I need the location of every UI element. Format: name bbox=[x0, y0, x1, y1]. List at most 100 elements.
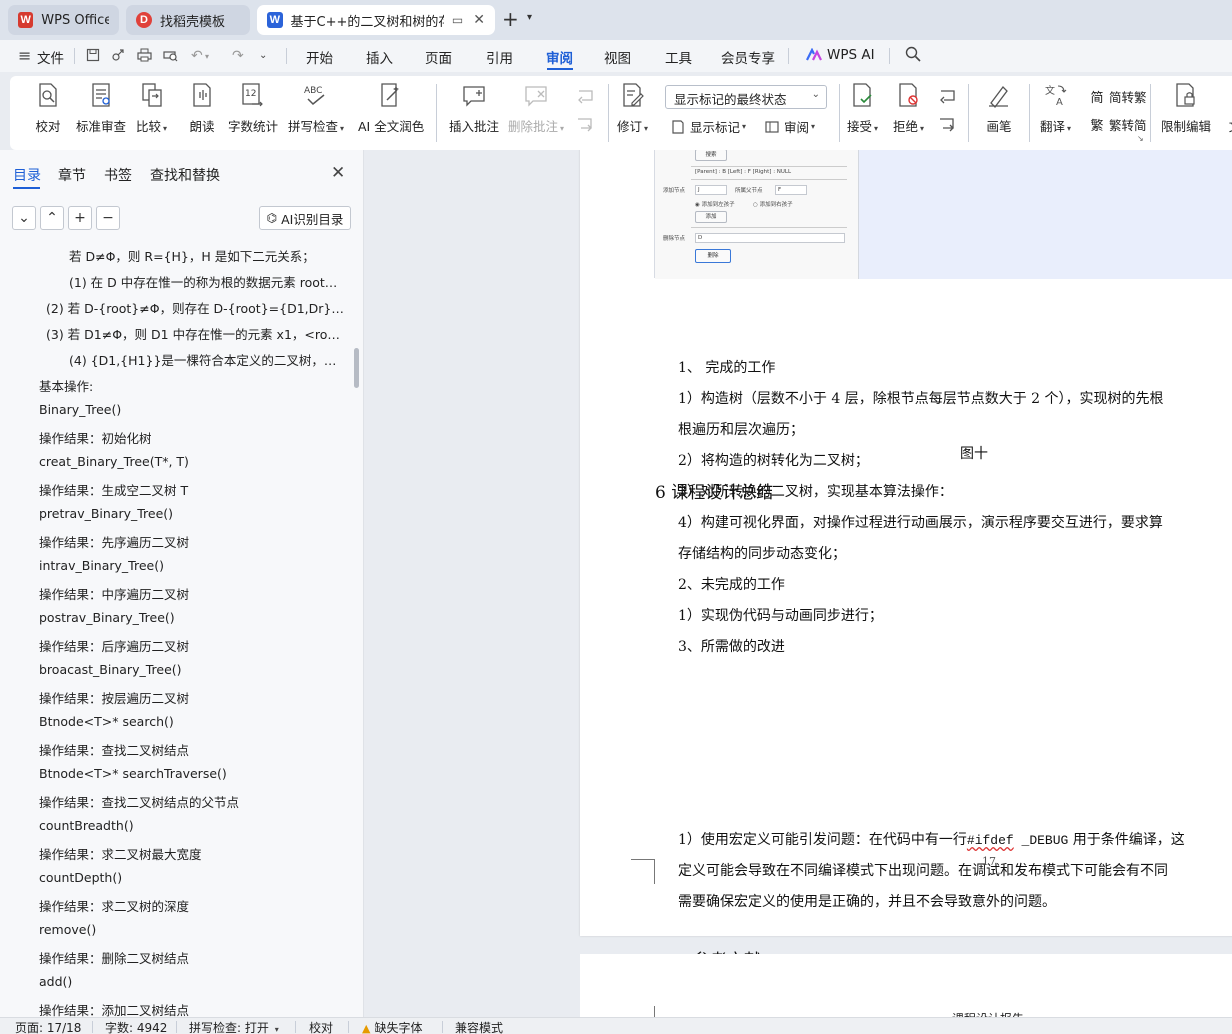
toc-item[interactable]: 若 D≠Φ，则 R={H}，H 是如下二元关系； bbox=[69, 246, 344, 265]
ink-button[interactable]: 画笔 bbox=[984, 80, 1014, 135]
ai-recognize-toc-button[interactable]: ⌬ AI识别目录 bbox=[259, 206, 351, 230]
tab-wps-office[interactable]: W WPS Office bbox=[8, 5, 119, 35]
menu-file[interactable]: 文件 bbox=[37, 47, 64, 67]
new-tab-icon[interactable]: + bbox=[502, 9, 519, 29]
toc-item[interactable]: 操作结果：初始化树 bbox=[39, 428, 344, 447]
proofread-button[interactable]: 校对 bbox=[33, 80, 63, 135]
collapse-all-button[interactable]: ⌄ bbox=[12, 206, 36, 230]
toc-item[interactable]: 操作结果：先序遍历二叉树 bbox=[39, 532, 344, 551]
tab-docer-templates[interactable]: D 找稻壳模板 bbox=[126, 5, 250, 35]
to-traditional-button[interactable]: 简 简转繁 bbox=[1089, 87, 1146, 106]
tab-current-document[interactable]: W 基于C++的二叉树和树的存储 ▭ ✕ bbox=[257, 5, 495, 35]
export-icon[interactable] bbox=[111, 48, 125, 66]
toc-item[interactable]: pretrav_Binary_Tree() bbox=[39, 506, 344, 521]
restrict-edit-button[interactable]: 限制编辑 bbox=[1161, 80, 1211, 135]
remove-heading-button[interactable]: − bbox=[96, 206, 120, 230]
standard-review-button[interactable]: 标准审查 bbox=[76, 80, 126, 135]
toc-item[interactable]: 操作结果：生成空二叉树 T bbox=[39, 480, 344, 499]
toc-item[interactable]: countDepth() bbox=[39, 870, 344, 885]
toc-item[interactable]: 基本操作: bbox=[39, 376, 344, 395]
toc-item[interactable]: broacast_Binary_Tree() bbox=[39, 662, 344, 677]
prev-change-icon[interactable] bbox=[938, 88, 956, 104]
add-heading-button[interactable]: + bbox=[68, 206, 92, 230]
toc-item[interactable]: (2) 若 D-{root}≠Φ，则存在 D-{root}={D1,Dr}，且 … bbox=[46, 298, 344, 317]
toc-item[interactable]: 操作结果：中序遍历二叉树 bbox=[39, 584, 344, 603]
toc-item[interactable]: postrav_Binary_Tree() bbox=[39, 610, 344, 625]
print-preview-icon[interactable] bbox=[163, 48, 178, 66]
ai-polish-button[interactable]: AI 全文润色 bbox=[358, 80, 424, 135]
undo-icon[interactable]: ↶ bbox=[191, 48, 203, 64]
more-chevron-icon[interactable]: ⌄ bbox=[259, 50, 267, 61]
hamburger-icon[interactable]: ≡ bbox=[18, 46, 31, 65]
toc-item[interactable]: 操作结果：求二叉树最大宽度 bbox=[39, 844, 344, 863]
delete-comment-button[interactable]: 删除批注 ▾ bbox=[508, 80, 564, 135]
insert-comment-button[interactable]: 插入批注 bbox=[449, 80, 499, 135]
proofread-status[interactable]: 校对 bbox=[309, 1019, 333, 1034]
tab-chapters[interactable]: 章节 bbox=[58, 165, 86, 185]
search-icon[interactable] bbox=[905, 46, 921, 66]
next-change-icon[interactable] bbox=[938, 116, 956, 132]
toc-item[interactable]: intrav_Binary_Tree() bbox=[39, 558, 344, 573]
toc-item[interactable]: 操作结果：后序遍历二叉树 bbox=[39, 636, 344, 655]
show-markup-button[interactable]: 显示标记 ▾ bbox=[670, 117, 746, 136]
toc-item[interactable]: 操作结果：删除二叉树结点 bbox=[39, 948, 344, 967]
review-pane-button[interactable]: 审阅 ▾ bbox=[764, 117, 815, 136]
monitor-icon[interactable]: ▭ bbox=[452, 13, 463, 27]
to-simplified-label: 繁转简 bbox=[1109, 118, 1147, 133]
toc-item[interactable]: 操作结果：按层遍历二叉树 bbox=[39, 688, 344, 707]
next-comment-icon[interactable] bbox=[576, 116, 594, 132]
reject-button[interactable]: 拒绝 ▾ bbox=[893, 80, 924, 135]
toc-item[interactable]: countBreadth() bbox=[39, 818, 344, 833]
menu-insert[interactable]: 插入 bbox=[366, 47, 393, 67]
save-icon[interactable] bbox=[86, 48, 100, 66]
insert-comment-icon bbox=[459, 80, 489, 110]
spell-check-button[interactable]: ABC 拼写检查 ▾ bbox=[288, 80, 344, 135]
toc-item[interactable]: 操作结果：查找二叉树结点的父节点 bbox=[39, 792, 344, 811]
toc-item[interactable]: Binary_Tree() bbox=[39, 402, 344, 417]
track-changes-button[interactable]: 修订 ▾ bbox=[617, 80, 648, 135]
dialog-launcher-icon[interactable]: ↘ bbox=[1137, 134, 1144, 143]
toc-item[interactable]: Btnode<T>* searchTraverse() bbox=[39, 766, 344, 781]
to-simplified-button[interactable]: 繁 繁转简 bbox=[1089, 115, 1147, 134]
undo-dropdown-icon[interactable]: ▾ bbox=[205, 52, 209, 61]
toc-item[interactable]: (4) {D1,{H1}}是一棵符合本定义的二叉树，称为 … bbox=[69, 350, 344, 369]
menu-view[interactable]: 视图 bbox=[604, 47, 631, 67]
missing-font-status[interactable]: ▲ 缺失字体 bbox=[362, 1019, 422, 1034]
toc-item[interactable]: 操作结果：查找二叉树结点 bbox=[39, 740, 344, 759]
menu-references[interactable]: 引用 bbox=[486, 47, 513, 67]
redo-icon[interactable]: ↷ bbox=[232, 48, 244, 64]
toc-item[interactable]: add() bbox=[39, 974, 344, 989]
prev-comment-icon[interactable] bbox=[576, 88, 594, 104]
toc-item[interactable]: (3) 若 D1≠Φ，则 D1 中存在惟一的元素 x1，<root… bbox=[46, 324, 344, 343]
tab-bookmarks[interactable]: 书签 bbox=[104, 165, 132, 185]
word-count-indicator[interactable]: 字数: 4942 bbox=[105, 1019, 167, 1034]
menu-page[interactable]: 页面 bbox=[425, 47, 452, 67]
spell-check-status[interactable]: 拼写检查: 打开 ▾ bbox=[189, 1019, 279, 1034]
close-pane-icon[interactable]: ✕ bbox=[331, 163, 345, 183]
compare-button[interactable]: 比较 ▾ bbox=[136, 80, 167, 135]
menu-member[interactable]: 会员专享 bbox=[721, 47, 775, 67]
print-icon[interactable] bbox=[137, 48, 152, 66]
expand-up-button[interactable]: ⌃ bbox=[40, 206, 64, 230]
tab-find-replace[interactable]: 查找和替换 bbox=[150, 165, 220, 185]
toc-scrollbar[interactable] bbox=[354, 348, 359, 388]
doc-more-button[interactable]: 文 bbox=[1220, 80, 1232, 135]
page-indicator[interactable]: 页面: 17/18 bbox=[15, 1019, 81, 1034]
read-aloud-button[interactable]: 朗读 bbox=[187, 80, 217, 135]
tab-toc[interactable]: 目录 bbox=[13, 165, 41, 185]
toc-item[interactable]: (1) 在 D 中存在惟一的称为根的数据元素 root，… bbox=[69, 272, 344, 291]
close-tab-icon[interactable]: ✕ bbox=[473, 12, 485, 28]
word-count-button[interactable]: 12 字数统计 bbox=[228, 80, 278, 135]
markup-view-select[interactable]: 显示标记的最终状态 ⌄ bbox=[665, 85, 827, 109]
translate-button[interactable]: 文A 翻译 ▾ bbox=[1040, 80, 1071, 135]
menu-home[interactable]: 开始 bbox=[306, 47, 333, 67]
toc-item[interactable]: creat_Binary_Tree(T*, T) bbox=[39, 454, 344, 469]
toc-item[interactable]: 操作结果：求二叉树的深度 bbox=[39, 896, 344, 915]
menu-tools[interactable]: 工具 bbox=[665, 47, 692, 67]
chevron-down-icon[interactable]: ▾ bbox=[527, 12, 532, 23]
toc-item[interactable]: Btnode<T>* search() bbox=[39, 714, 344, 729]
toc-item[interactable]: remove() bbox=[39, 922, 344, 937]
accept-button[interactable]: 接受 ▾ bbox=[847, 80, 878, 135]
menu-wps-ai[interactable]: WPS AI bbox=[806, 47, 875, 63]
menu-review[interactable]: 审阅 bbox=[546, 47, 573, 67]
